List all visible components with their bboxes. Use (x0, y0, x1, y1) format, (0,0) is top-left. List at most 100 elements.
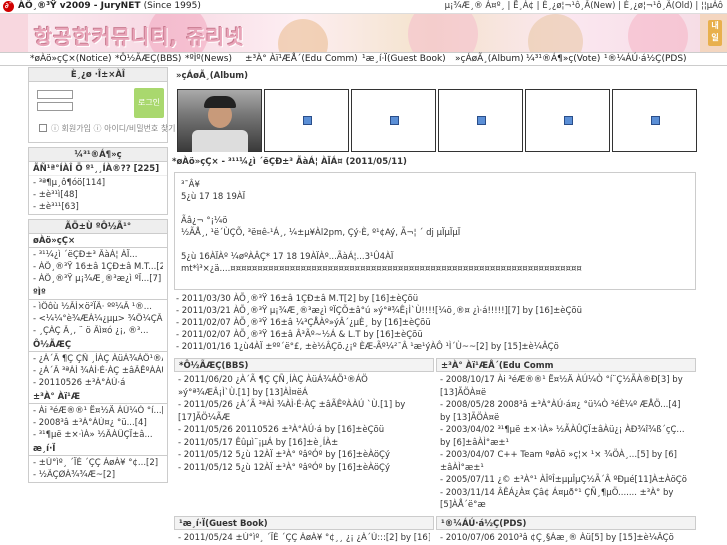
latest-bbs-list: - ¿À´Ã ¶Ç ÇÑ ¸ÍÀÇ ÀüÁ¾ÁÖ¹®ÁÖ... - ¿À´Ã ³… (29, 352, 167, 390)
list-item[interactable]: - ¿À´Ã ¶Ç ÇÑ ¸ÍÀÇ ÀüÁ¾ÁÖ¹®ÁÖ... (33, 353, 163, 365)
list-item[interactable]: - 2011/05/17 Êûµì¨¡µÁ by [16]±è¸ÍÀ± (178, 437, 430, 450)
list-item[interactable]: - ±Ù°ìº¸ ´ÏÈ ´ÇÇ ÁøÀ¥ °¢...[2] (33, 457, 163, 469)
poll-option[interactable]: - ±è³¹¹[63] (33, 201, 163, 213)
album-thumb[interactable] (525, 89, 610, 152)
notice-line (181, 203, 689, 215)
list-item[interactable]: - 2011/02/07 ÀÕ¸®³Ÿ 16±â ¼³ÇÅÀº»ýÂ´¿µÈ¸ … (176, 317, 582, 329)
list-item[interactable]: - 20110526 ±³À°ÀÚ·á (33, 377, 163, 389)
banner-flower-decoration (278, 19, 328, 52)
top-bar: ∂¯ ÀÕ¸®³Ÿ v2009 - JuryNET (Since 1995) µ… (0, 0, 727, 14)
login-box-title: È¸¿ø ·Î±×ÀÎ (29, 68, 167, 82)
poll-option[interactable]: - ³ª¶µ¸ô¶óö[114] (33, 177, 163, 189)
banner-ribbon-badge[interactable]: 내일 (708, 20, 722, 46)
list-item[interactable]: - 2011/03/21 ÀÕ¸®³Ÿ µ¡¾Æ¸®³æ¿ì ºÏÇÕ±â°ú … (176, 305, 582, 317)
notice-body: ³¯Â¥ 5¿ù 17 18 19ÀÏ Ãâ¿¬ °¡¼ö ½ÃÅ¸, ¹ë´Ù… (174, 172, 696, 290)
list-item[interactable]: - 2011/05/26 20110526 ±³À°ÀÚ·á by [16]±è… (178, 424, 430, 437)
bbs-title[interactable]: *Ô½ÃÆÇ(BBS) (174, 358, 434, 372)
latest-notice-label[interactable]: øÀö»çÇ× (29, 234, 167, 248)
top-utility-links[interactable]: µ¡¾Æ¸® Á¤º¸ | Ë¸Á¢ | È¸¿ø¦¬¹ô¸Ã(New) | È… (445, 1, 723, 11)
poll-box-title: ¼³¹®Á¶»ç (29, 148, 167, 162)
list-item[interactable]: - 2011/06/20 ¿À´Ã ¶Ç ÇÑ¸ÍÀÇ ÀüÁ¾ÁÖ¹®ÁÖ »… (178, 374, 430, 399)
nav-edu-comm[interactable]: ±³À° Àï¹ÆÅ´(Edu Comm) (245, 54, 358, 64)
nav-bbs[interactable]: *Ô½ÃÆÇ(BBS) (115, 54, 181, 64)
nav-album[interactable]: »çÁøÃ¸(Album) (455, 54, 524, 64)
edu-comm-list: - 2008/10/17 Ài ³éÆ®®¹ Ë¤½Ä ÀÚ¼Ò °í¨Ç½ÃÀ… (436, 372, 696, 514)
nav-guest-book[interactable]: ¹æ¸í·Ï(Guest Book) (362, 54, 446, 64)
album-title[interactable]: »çÁøÃ¸(Album) (172, 69, 727, 83)
list-item[interactable]: - ³¹¼¿ì ´ëÇÐ±³ ÃàÁ¦ ÀÏ... (33, 249, 163, 261)
list-item[interactable]: - 2003/04/07 C++ Team ºøÀö »ç¦× ¹× ¾ÖÀ¸.… (440, 449, 692, 474)
guest-book-section: ¹æ¸í·Ï(Guest Book) - 2011/05/24 ±Ù°ìº¸ ´… (174, 516, 434, 545)
pds-title[interactable]: ¹®¼ÁÚ·á½Ç(PDS) (436, 516, 696, 530)
pds-section: ¹®¼ÁÚ·á½Ç(PDS) - 2010/07/06 2010³â ¢Ç¸§Á… (436, 516, 696, 545)
remember-checkbox[interactable] (39, 124, 47, 132)
edu-comm-title[interactable]: ±³À° Àï¹ÆÅ´(Edu Comm (436, 358, 696, 372)
latest-news-label[interactable]: ºÌº (29, 286, 167, 300)
login-box: È¸¿ø ·Î±×ÀÎ 로그인 ⓘ 회원가입 ⓘ 아이디/비밀번호 찾기 (28, 67, 176, 143)
site-title[interactable]: ÀÕ¸®³Ÿ v2009 - JuryNET (Since 1995) (18, 1, 201, 11)
album-thumb[interactable] (264, 89, 349, 152)
list-item[interactable]: - 2010/07/06 2010³â ¢Ç¸§Áæ¸® Àü[5] by [1… (440, 532, 692, 545)
banner-left-edge (0, 14, 28, 52)
list-item[interactable]: - 2008/05/28 2008³â ±³À°ÀÚ·á¤¿ °ü¼Ò ³éÈ¼… (440, 399, 692, 424)
broken-image-icon (564, 116, 573, 125)
broken-image-icon (477, 116, 486, 125)
list-item[interactable]: - 2005/07/11 ¿© ±³À°¹ ÀÎºÎ±µµÎµÇ½Ã´Â ºÐµ… (440, 474, 692, 487)
main-nav: *øÀö»çÇ×(Notice) *Ô½ÃÆÇ(BBS) *ºÌº(News) … (0, 52, 727, 66)
notice-headline[interactable]: *øÀö»çÇ× - ³¹¹¼¿ì ´ëÇÐ±³ ÃàÁ¦ ÀÏÁ¤ (2011… (172, 157, 407, 167)
list-item[interactable]: - 2011/05/12 5¿ù 12ÀÏ ±³À° ºâºÓº by [16]… (178, 462, 430, 475)
broken-image-icon (651, 116, 660, 125)
list-item[interactable]: - 2011/02/07 ÀÕ¸®³Ÿ 16±â Â³Ãº~½Á & L.T b… (176, 329, 582, 341)
guest-book-title[interactable]: ¹æ¸í·Ï(Guest Book) (174, 516, 434, 530)
list-item[interactable]: - 2011/01/16 1¿ù4ÀÏ ±ºº´ë°£, ±è½ÂÇõ.¿¡º … (176, 341, 582, 353)
latest-bbs-label[interactable]: Ô½ÃÆÇ (29, 338, 167, 352)
guest-book-list: - 2011/05/24 ±Ù°ìº¸ ´ÏÈ ´ÇÇ ÁøÀ¥ °¢¸¸ ¿¡… (174, 530, 434, 545)
album-thumb[interactable] (438, 89, 523, 152)
list-item[interactable]: - ÀÕ¸®³Ÿ µ¡¾Æ¸®³æ¿ì ºÏ...[7] (33, 273, 163, 285)
notice-line: mt*ì³×¿ä....¤¤¤¤¤¤¤¤¤¤¤¤¤¤¤¤¤¤¤¤¤¤¤¤¤¤¤¤… (181, 264, 582, 274)
photo-person-shirt (192, 130, 248, 152)
list-item[interactable]: - ¿À´Ã ³ªÀÌ ¾ÀÌ·É·ÀÇ ±âÃÊºÀÀÚ...[1] (33, 365, 163, 377)
list-item[interactable]: - 2011/03/30 ÀÕ¸®³Ÿ 16±â 1ÇÐ±â M.T[2] by… (176, 293, 582, 305)
album-thumb[interactable] (351, 89, 436, 152)
broken-image-icon (390, 116, 399, 125)
nav-vote[interactable]: ¼³¹®Á¶»ç(Vote) (526, 54, 600, 64)
latest-gb-label[interactable]: æ¸í·Ï (29, 442, 167, 456)
list-item[interactable]: - 2011/05/24 ±Ù°ìº¸ ´ÏÈ ´ÇÇ ÁøÀ¥ °¢¸¸ ¿¡… (178, 532, 430, 545)
banner-flower-decoration (408, 14, 478, 52)
site-title-text: ÀÕ¸®³Ÿ v2009 - JuryNET (18, 1, 141, 11)
list-item[interactable]: - 2003/11/14 ÂÊÁ¿À¤ Çâ¢ Á¤µð°¹ ÇÑ¸¶µÖ...… (440, 487, 692, 512)
list-item[interactable]: - ½ÃÇØÀ¾¾Æ~[2] (33, 469, 163, 481)
list-item[interactable]: - 2011/05/12 5¿ù 12ÀÏ ±³À° ºâºÓº by [16]… (178, 449, 430, 462)
list-item[interactable]: - 2008/10/17 Ài ³éÆ®®¹ Ë¤½Ä ÀÚ¼Ò °í¨Ç½ÃÀ… (440, 374, 692, 399)
poll-option[interactable]: - ±è³¹ì[48] (33, 189, 163, 201)
list-item[interactable]: - ÀÕ¸®³Ÿ 16±â 1ÇÐ±â M.T...[2] (33, 261, 163, 273)
list-item[interactable]: - 2003/04/02 ³¹¶µë ±×·ìÀ» ½ÃÀÛÇÏ±âÀü¿¡ À… (440, 424, 692, 449)
list-item[interactable]: - <¼¼°è¾ÆÀ¼¿µµ> ¾Ö¼ÇÃ°ú, @... (33, 313, 163, 325)
site-banner: 항공한커뮤니티, 쥬리넷 (28, 14, 700, 52)
bbs-list: - 2011/06/20 ¿À´Ã ¶Ç ÇÑ¸ÍÀÇ ÀüÁ¾ÁÖ¹®ÁÖ »… (174, 372, 434, 476)
nav-notice[interactable]: *øÀö»çÇ×(Notice) (30, 54, 112, 64)
notice-line: 5¿ù 17 18 19ÀÏ (181, 192, 246, 202)
latest-posts-title: ÃÖ±Ù ºÔ½Ã¹° (29, 220, 167, 234)
login-button[interactable]: 로그인 (134, 88, 164, 118)
notice-line: ½ÃÅ¸, ¹ë´ÙÇÕ, ³ë¤ê-¹Á¸, ¼±µ¥Àl2pm, Çý·È,… (181, 228, 461, 238)
list-item[interactable]: - ³¹¶µë ±×·ìÀ» ½ÃÀÛÇÏ±â... (33, 429, 163, 441)
latest-gb-list: - ±Ù°ìº¸ ´ÏÈ ´ÇÇ ÁøÀ¥ °¢...[2] - ½ÃÇØÀ¾¾… (29, 456, 167, 482)
list-item[interactable]: - Ài ³éÆ®®¹ Ë¤½Ä ÀÚ¼Ò °í...[3] (33, 405, 163, 417)
password-field[interactable] (37, 102, 73, 111)
site-logo-icon[interactable]: ∂¯ (3, 1, 14, 12)
list-item[interactable]: - 2008³â ±³À°ÀÚ¤¿ °ü...[4] (33, 417, 163, 429)
album-photo-thumb[interactable] (177, 89, 262, 152)
username-field[interactable] (37, 90, 73, 99)
poll-question[interactable]: ÃÑ¹ª°ÍÀÎ Ö º¹¸¸ÍÀ®?? [225] (29, 162, 167, 176)
list-item[interactable]: - 2011/05/26 ¿À´Ã ³ªÀÌ ¾ÀÌ·É·ÀÇ ±âÃÊºÀÀÚ… (178, 399, 430, 424)
photo-person-cap (204, 96, 236, 108)
latest-edu-label[interactable]: ±³À° Àï¹Æ (29, 390, 167, 404)
nav-pds[interactable]: ¹®¼ÁÚ·á½Ç(PDS) (604, 54, 687, 64)
list-item[interactable]: - ìÖôù ½ÃÌ×ö²ÏÃ· ºº¼Ã ¹®... (33, 301, 163, 313)
nav-news[interactable]: *ºÌº(News) (185, 54, 232, 64)
album-thumb[interactable] (612, 89, 697, 152)
signup-find-links[interactable]: ⓘ 회원가입 ⓘ 아이디/비밀번호 찾기 (51, 123, 176, 134)
list-item[interactable]: - ¸ÇÀÇ Ã¸, ¨ ö Ãì¤ó ¿¡, ®³... (33, 325, 163, 337)
